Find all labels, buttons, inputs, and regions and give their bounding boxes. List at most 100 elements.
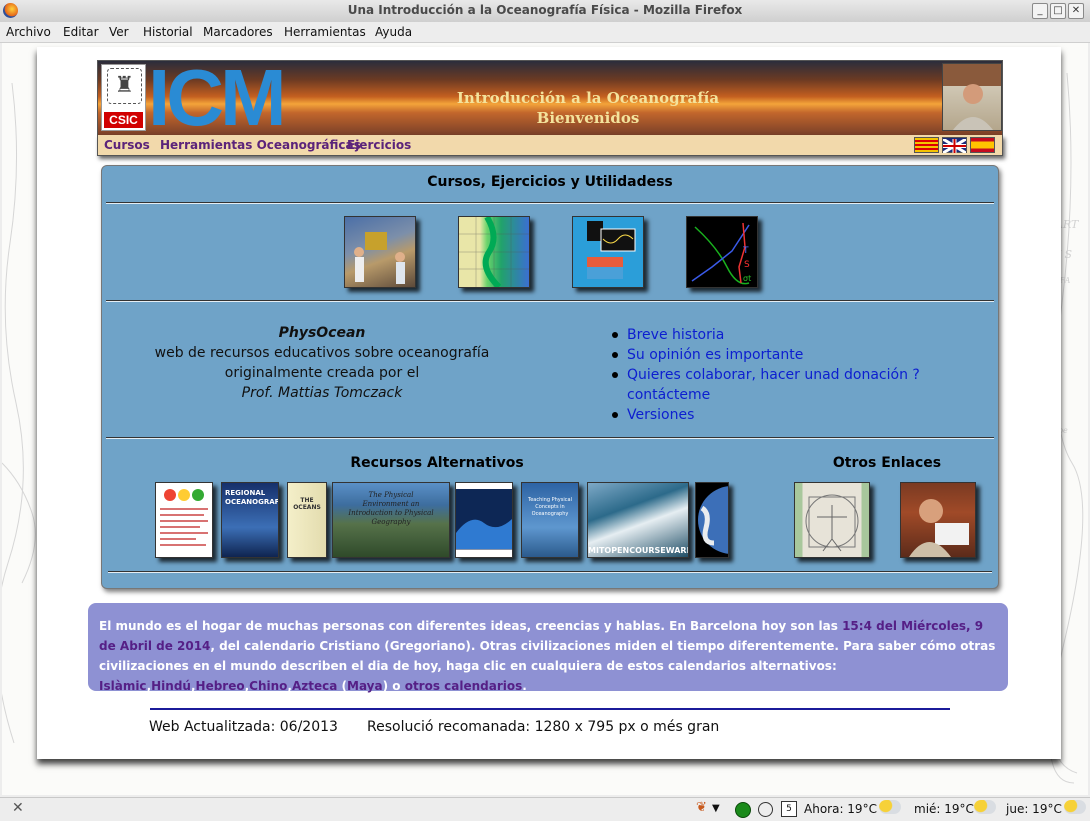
calendar-info-box: El mundo es el hogar de muchas personas … bbox=[88, 603, 1008, 693]
menu-bar: Archivo Editar Ver Historial Marcadores … bbox=[0, 22, 1090, 43]
weather-sun-cloud-icon bbox=[974, 799, 996, 814]
header-title: Introducción a la Oceanografía Bienvenid… bbox=[438, 88, 738, 128]
menu-marcadores[interactable]: Marcadores bbox=[203, 25, 273, 39]
link-calendar-chinese[interactable]: Chino bbox=[249, 679, 287, 693]
footer-resolution: Resolució recomanada: 1280 x 795 px o mé… bbox=[367, 719, 720, 735]
weather-now[interactable]: Ahora: 19°C bbox=[804, 802, 877, 816]
crest-icon: ♜ bbox=[107, 68, 142, 104]
calendar-icon[interactable]: 5 bbox=[781, 801, 797, 817]
chevron-down-icon[interactable]: ▼ bbox=[712, 803, 720, 814]
header-banner: ♜ CSIC ICM Introducción a la Oceanografí… bbox=[97, 58, 1003, 138]
resource-book-4[interactable]: The Physical Environment an Introduction… bbox=[332, 482, 450, 558]
close-findbar-icon[interactable]: ✕ bbox=[12, 800, 24, 816]
catalan-flag-icon[interactable] bbox=[914, 137, 939, 153]
footer-divider bbox=[150, 708, 950, 710]
fox-addon-icon[interactable]: ❦ bbox=[696, 800, 707, 815]
icm-logo[interactable]: ICM bbox=[148, 58, 287, 138]
physocean-description: PhysOcean web de recursos educativos sob… bbox=[152, 323, 492, 403]
book2-title: REGIONAL OCEANOGRAPHY bbox=[225, 489, 278, 506]
physocean-title: PhysOcean bbox=[278, 325, 366, 341]
footer-updated: Web Actualitzada: 06/2013 bbox=[149, 719, 338, 735]
spain-flag-icon[interactable] bbox=[970, 137, 995, 153]
resource-book-2[interactable]: REGIONAL OCEANOGRAPHY bbox=[221, 482, 279, 558]
nav-ejercicios[interactable]: Ejercicios bbox=[347, 138, 411, 152]
status-bar: ✕ ❦ ▼ 5 Ahora: 19°C mié: 19°C jue: 19°C bbox=[0, 797, 1090, 821]
list-item: Quieres colaborar, hacer unad donación ?… bbox=[612, 365, 998, 405]
calendar-info-text: El mundo es el hogar de muchas personas … bbox=[99, 619, 996, 693]
resource-book-3[interactable]: THE OCEANS bbox=[287, 482, 327, 558]
browser-viewport[interactable]: CHART NEW S CAPE TRAFA Cape ♜ CSIC ICM I… bbox=[2, 43, 1088, 795]
nav-herramientas[interactable]: Herramientas Oceanográficas bbox=[160, 138, 361, 152]
link-calendar-aztec[interactable]: Azteca bbox=[292, 679, 337, 693]
link-calendar-hindu[interactable]: Hindú bbox=[151, 679, 191, 693]
plot-label-sigma: σt bbox=[743, 274, 751, 283]
menu-historial[interactable]: Historial bbox=[143, 25, 193, 39]
resource-earth-image[interactable] bbox=[695, 482, 729, 558]
ocean-diagrams-figure bbox=[587, 221, 636, 279]
portrait-figure bbox=[943, 64, 1001, 130]
uk-flag-icon[interactable] bbox=[942, 137, 967, 155]
main-panel: Cursos, Ejercicios y Utilidadess T S σt … bbox=[101, 165, 999, 589]
link-colaborar[interactable]: Quieres colaborar, hacer unad donación ?… bbox=[627, 367, 920, 403]
book6-title: Teaching Physical Concepts in Oceanograp… bbox=[528, 497, 572, 517]
link-versiones[interactable]: Versiones bbox=[627, 407, 694, 423]
link-breve-historia[interactable]: Breve historia bbox=[627, 327, 724, 343]
info-text-part2: , del calendario Cristiano (Gregoriano).… bbox=[99, 639, 996, 673]
earth-globe-icon bbox=[698, 486, 728, 554]
weather-wednesday[interactable]: mié: 19°C bbox=[914, 802, 974, 816]
resource-book-1[interactable] bbox=[155, 482, 213, 558]
weather-thursday[interactable]: jue: 19°C bbox=[1006, 802, 1062, 816]
physocean-line1: web de recursos educativos sobre oceanog… bbox=[154, 345, 490, 361]
physocean-line2: originalmente creada por el bbox=[224, 365, 420, 381]
weather-sun-cloud-icon bbox=[1064, 799, 1086, 814]
link-calendar-islamic[interactable]: Islàmic bbox=[99, 679, 147, 693]
fieldwork-figures bbox=[354, 232, 405, 284]
thumb-ocean-map[interactable] bbox=[458, 215, 530, 290]
other-link-portrait[interactable] bbox=[900, 482, 976, 558]
panel-heading: Cursos, Ejercicios y Utilidadess bbox=[427, 174, 673, 190]
window-titlebar[interactable]: Una Introducción a la Oceanografía Físic… bbox=[0, 0, 1090, 23]
close-window-button[interactable]: ✕ bbox=[1068, 3, 1084, 19]
menu-ayuda[interactable]: Ayuda bbox=[375, 25, 412, 39]
csic-label: CSIC bbox=[104, 112, 143, 128]
info-links-list: Breve historia Su opinión es importante … bbox=[612, 325, 998, 425]
status-green-icon[interactable] bbox=[735, 802, 751, 818]
book3-title: THE OCEANS bbox=[293, 497, 321, 511]
csic-logo[interactable]: ♜ CSIC bbox=[101, 64, 146, 131]
plot-label-s: S bbox=[744, 260, 750, 270]
list-item: Su opinión es importante bbox=[612, 345, 998, 365]
menu-ver[interactable]: Ver bbox=[109, 25, 129, 39]
divider bbox=[106, 300, 994, 302]
book5-cover-art bbox=[456, 519, 512, 549]
maximize-button[interactable]: □ bbox=[1050, 3, 1066, 19]
menu-archivo[interactable]: Archivo bbox=[6, 25, 51, 39]
author-portrait[interactable] bbox=[942, 63, 1002, 131]
resource-book-6[interactable]: Teaching Physical Concepts in Oceanograp… bbox=[521, 482, 579, 558]
link-other-calendars[interactable]: otros calendarios bbox=[405, 679, 523, 693]
divider bbox=[108, 571, 992, 573]
menu-editar[interactable]: Editar bbox=[63, 25, 99, 39]
plot-label-t: T bbox=[742, 246, 749, 256]
thumb-ts-profile[interactable]: T S σt bbox=[686, 216, 758, 288]
clock-icon[interactable] bbox=[758, 802, 773, 817]
link-calendar-hebrew[interactable]: Hebreo bbox=[196, 679, 245, 693]
minimize-button[interactable]: _ bbox=[1032, 3, 1048, 19]
book4-title: The Physical Environment an Introduction… bbox=[348, 491, 434, 526]
mit-label: MITOPENCOURSEWARE bbox=[588, 546, 689, 555]
divider bbox=[106, 437, 994, 439]
link-calendar-maya[interactable]: Maya bbox=[347, 679, 383, 693]
link-opinion[interactable]: Su opinión es importante bbox=[627, 347, 803, 363]
vitruvian-figure bbox=[805, 494, 859, 552]
nav-cursos[interactable]: Cursos bbox=[104, 138, 150, 152]
thumb-fieldwork-photo[interactable] bbox=[344, 216, 416, 288]
info-text-part1: El mundo es el hogar de muchas personas … bbox=[99, 619, 843, 633]
menu-herramientas[interactable]: Herramientas bbox=[284, 25, 366, 39]
book1-cover-art bbox=[160, 489, 208, 546]
nav-bar: Cursos Herramientas Oceanográficas Ejerc… bbox=[97, 135, 1003, 156]
resource-mit-opencourseware[interactable]: MITOPENCOURSEWARE bbox=[587, 482, 689, 558]
ocean-map-grid bbox=[459, 215, 529, 290]
other-link-vitruvian[interactable] bbox=[794, 482, 870, 558]
thumb-ocean-diagrams[interactable] bbox=[572, 216, 644, 288]
resource-book-5[interactable] bbox=[455, 482, 513, 558]
resources-heading: Recursos Alternativos bbox=[350, 455, 524, 471]
